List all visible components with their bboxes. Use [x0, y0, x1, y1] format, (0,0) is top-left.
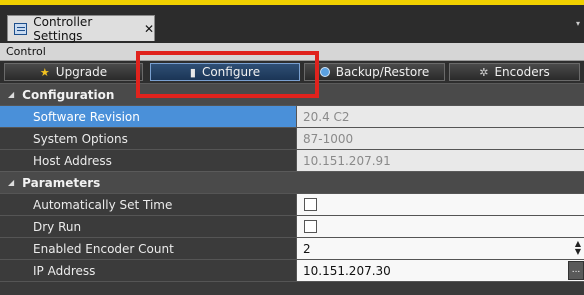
toolbar: ★ Upgrade ▮ Configure Backup/Restore ✲ E…	[0, 61, 584, 83]
ip-address-value: 10.151.207.30	[303, 264, 391, 278]
section-title: Parameters	[22, 175, 101, 190]
browse-button[interactable]: ...	[568, 261, 584, 280]
property-row-ip-address[interactable]: IP Address 10.151.207.30 ...	[0, 259, 584, 281]
property-value	[297, 216, 584, 237]
property-row-system-options[interactable]: System Options 87-1000	[0, 127, 584, 149]
tab-controller-settings[interactable]: Controller Settings ✕	[7, 14, 155, 43]
property-row-enabled-encoder-count[interactable]: Enabled Encoder Count 2 ▲ ▼	[0, 237, 584, 259]
backup-restore-label: Backup/Restore	[335, 65, 430, 79]
property-value: 20.4 C2	[297, 106, 584, 127]
upgrade-label: Upgrade	[55, 65, 108, 79]
control-bar: Control	[0, 43, 584, 61]
upgrade-button[interactable]: ★ Upgrade	[4, 63, 143, 81]
close-icon[interactable]: ✕	[144, 22, 154, 36]
encoder-count-stepper[interactable]: 2 ▲ ▼	[297, 238, 584, 259]
tab-title: Controller Settings	[33, 14, 93, 43]
encoder-count-value: 2	[303, 242, 311, 256]
property-row-automatically-set-time[interactable]: Automatically Set Time	[0, 193, 584, 215]
spinner-arrows-icon[interactable]: ▲ ▼	[575, 240, 581, 256]
auto-set-time-checkbox[interactable]	[304, 198, 317, 211]
encoders-label: Encoders	[494, 65, 550, 79]
property-row-software-revision[interactable]: Software Revision 20.4 C2	[0, 105, 584, 127]
backup-restore-button[interactable]: Backup/Restore	[304, 63, 445, 81]
star-icon: ★	[39, 65, 50, 79]
tab-overflow-icon[interactable]: ▾	[576, 19, 580, 28]
property-name: Software Revision	[0, 106, 297, 127]
property-row-host-address[interactable]: Host Address 10.151.207.91	[0, 149, 584, 171]
configure-button[interactable]: ▮ Configure	[150, 63, 300, 81]
collapse-triangle-icon[interactable]: ◢	[8, 178, 14, 187]
property-name: System Options	[0, 128, 297, 149]
property-name: Host Address	[0, 150, 297, 171]
property-name: Dry Run	[0, 216, 297, 237]
document-icon: ▮	[189, 65, 196, 79]
property-name: Enabled Encoder Count	[0, 238, 297, 259]
property-value	[297, 194, 584, 215]
property-value: 87-1000	[297, 128, 584, 149]
control-label: Control	[6, 45, 46, 58]
property-row-dry-run[interactable]: Dry Run	[0, 215, 584, 237]
section-title: Configuration	[22, 87, 115, 102]
settings-window-icon	[14, 22, 28, 35]
grid-footer	[0, 281, 584, 295]
disk-icon	[319, 67, 330, 77]
property-grid: ◢ Configuration Software Revision 20.4 C…	[0, 83, 584, 281]
configure-label: Configure	[201, 65, 261, 79]
property-name: Automatically Set Time	[0, 194, 297, 215]
property-value: 10.151.207.91	[297, 150, 584, 171]
encoders-button[interactable]: ✲ Encoders	[449, 63, 580, 81]
ip-address-field[interactable]: 10.151.207.30 ...	[297, 260, 584, 281]
document-tab-bar: Controller Settings ✕ ▾	[0, 5, 584, 43]
section-parameters[interactable]: ◢ Parameters	[0, 171, 584, 193]
gear-icon: ✲	[479, 65, 489, 79]
collapse-triangle-icon[interactable]: ◢	[8, 90, 14, 99]
dry-run-checkbox[interactable]	[304, 220, 317, 233]
section-configuration[interactable]: ◢ Configuration	[0, 83, 584, 105]
property-name: IP Address	[0, 260, 297, 281]
